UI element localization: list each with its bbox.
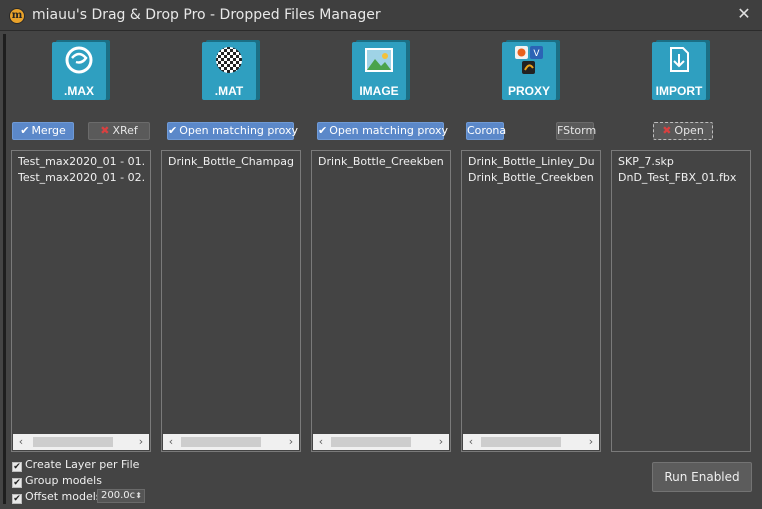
list-item[interactable]: SKP_7.skp	[618, 155, 744, 169]
column-proxy: V PROXY Corona FStorm Drink_Bottle_Linle…	[461, 32, 601, 453]
corona-button[interactable]: Corona	[466, 122, 506, 140]
column-image: IMAGE ✔ Open matching proxy Drink_Bottle_…	[311, 32, 451, 453]
import-tile: IMPORT	[652, 40, 710, 100]
horizontal-scrollbar[interactable]: ‹ ›	[463, 434, 599, 450]
horizontal-scrollbar[interactable]: ‹ ›	[13, 434, 149, 450]
scroll-left-icon[interactable]: ‹	[163, 434, 179, 450]
image-tile: IMAGE	[352, 40, 410, 100]
check-icon: ✔	[168, 124, 178, 137]
max-file-list[interactable]: Test_max2020_01 - 01.max Test_max2020_01…	[11, 150, 151, 452]
create-layer-checkbox[interactable]: ✔ Create Layer per File	[12, 458, 139, 472]
checkbox-checked-icon[interactable]: ✔	[12, 478, 22, 488]
scroll-right-icon[interactable]: ›	[583, 434, 599, 450]
offset-value-spinner[interactable]: 200.0c ⬍	[97, 489, 145, 503]
mat-file-list[interactable]: Drink_Bottle_Champagne_Vray.mat ‹ ›	[161, 150, 301, 452]
check-icon: ✔	[318, 124, 328, 137]
list-item[interactable]: DnD_Test_FBX_01.fbx	[618, 171, 744, 185]
run-enabled-button[interactable]: Run Enabled	[652, 462, 752, 492]
proxy-tile-label: PROXY	[507, 84, 550, 98]
import-document-icon	[670, 47, 689, 72]
scroll-thumb[interactable]	[481, 437, 561, 447]
check-icon: ✔	[20, 124, 30, 137]
m-logo-icon: m	[9, 8, 25, 24]
fstorm-button[interactable]: FStorm	[556, 122, 596, 140]
list-item[interactable]: Drink_Bottle_Creekbend_Vray.jpg	[318, 155, 444, 169]
checkbox-checked-icon[interactable]: ✔	[12, 494, 22, 504]
import-tile-label: IMPORT	[655, 84, 703, 98]
scroll-left-icon[interactable]: ‹	[463, 434, 479, 450]
x-icon: ✖	[662, 124, 672, 137]
left-frame-edge	[3, 34, 6, 504]
list-item[interactable]: Test_max2020_01 - 01.max	[18, 155, 144, 169]
open-button[interactable]: ✖ Open	[653, 122, 713, 140]
horizontal-scrollbar[interactable]: ‹ ›	[313, 434, 449, 450]
merge-button[interactable]: ✔ Merge	[12, 122, 74, 140]
proxy-tile: V PROXY	[502, 40, 560, 100]
svg-text:V: V	[533, 49, 540, 59]
scroll-right-icon[interactable]: ›	[133, 434, 149, 450]
list-item[interactable]: Drink_Bottle_Champagne_Vray.mat	[168, 155, 294, 169]
list-item[interactable]: Drink_Bottle_Linley_Dusk_0	[468, 155, 594, 169]
3dsmax-logo-icon	[65, 46, 93, 74]
scroll-thumb[interactable]	[331, 437, 411, 447]
picture-icon	[365, 48, 393, 72]
close-icon[interactable]: ✕	[736, 6, 752, 22]
max-tile-label: .MAX	[64, 84, 94, 98]
open-matching-proxy-button[interactable]: ✔ Open matching proxy	[167, 122, 298, 140]
proxy-file-list[interactable]: Drink_Bottle_Linley_Dusk_0 Drink_Bottle_…	[461, 150, 601, 452]
xref-button[interactable]: ✖ XRef	[88, 122, 150, 140]
mat-tile: .MAT	[202, 40, 260, 100]
checkbox-checked-icon[interactable]: ✔	[12, 462, 22, 472]
checker-sphere-icon	[216, 47, 242, 73]
group-models-checkbox[interactable]: ✔ Group models	[12, 474, 102, 488]
render-engines-icon: V	[515, 46, 543, 74]
column-import: IMPORT ✖ Open SKP_7.skp DnD_Test_FBX_01.f…	[611, 32, 751, 453]
image-file-list[interactable]: Drink_Bottle_Creekbend_Vray.jpg ‹ ›	[311, 150, 451, 452]
image-tile-label: IMAGE	[359, 84, 399, 98]
window-title: miauu's Drag & Drop Pro - Dropped Files …	[32, 7, 381, 23]
column-mat: .MAT ✔ Open matching proxy Drink_Bottle_C…	[161, 32, 301, 453]
open-matching-proxy-button[interactable]: ✔ Open matching proxy	[317, 122, 448, 140]
max-tile: .MAX	[52, 40, 110, 100]
offset-models-checkbox[interactable]: ✔ Offset models	[12, 490, 102, 504]
scroll-thumb[interactable]	[33, 437, 113, 447]
import-file-list[interactable]: SKP_7.skp DnD_Test_FBX_01.fbx	[611, 150, 751, 452]
column-max: .MAX ✔Merge ✖XRef Test_max2020_01 - 01.m…	[11, 32, 151, 453]
scroll-thumb[interactable]	[181, 437, 261, 447]
scroll-left-icon[interactable]: ‹	[313, 434, 329, 450]
scroll-left-icon[interactable]: ‹	[13, 434, 29, 450]
mat-tile-label: .MAT	[214, 84, 244, 98]
x-icon: ✖	[100, 124, 110, 137]
spinner-arrows-icon[interactable]: ⬍	[135, 490, 142, 502]
list-item[interactable]: Drink_Bottle_Creekbend_Co	[468, 171, 594, 185]
list-item[interactable]: Test_max2020_01 - 02.max	[18, 171, 144, 185]
scroll-right-icon[interactable]: ›	[433, 434, 449, 450]
horizontal-scrollbar[interactable]: ‹ ›	[163, 434, 299, 450]
scroll-right-icon[interactable]: ›	[283, 434, 299, 450]
title-bar: m miauu's Drag & Drop Pro - Dropped File…	[0, 0, 762, 31]
